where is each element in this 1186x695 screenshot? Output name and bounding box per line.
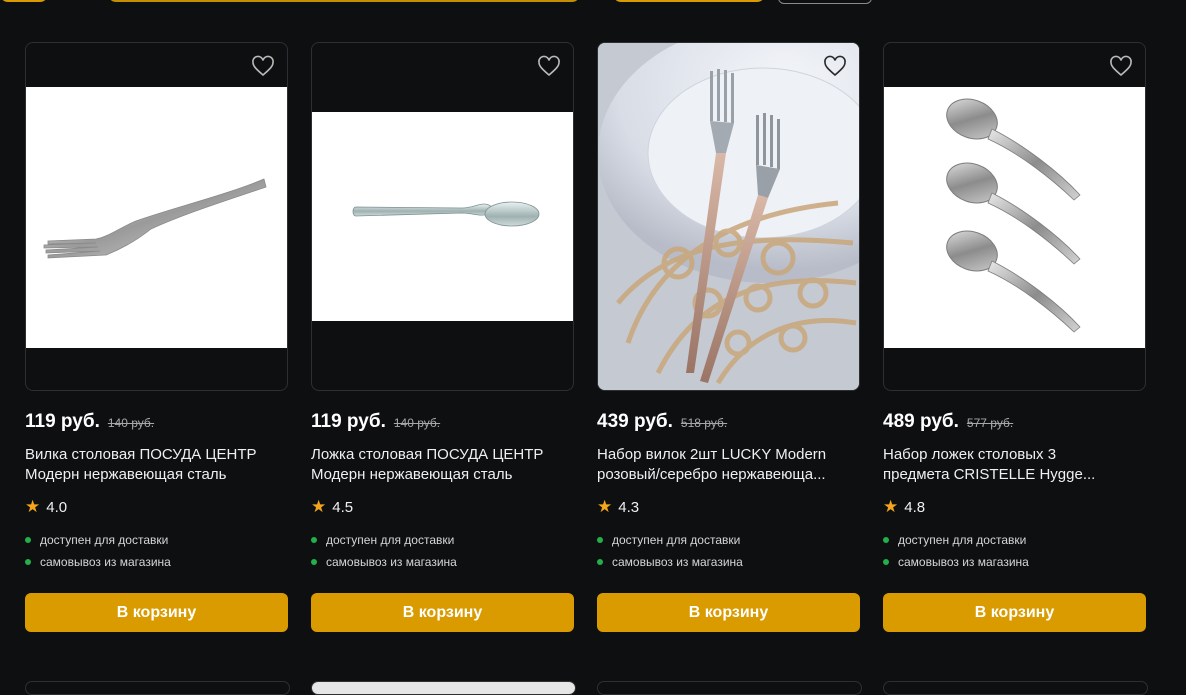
product-image[interactable] (883, 42, 1146, 391)
product-card[interactable] (883, 681, 1148, 695)
status-dot-icon (883, 559, 889, 565)
title-line: Вилка столовая ПОСУДА ЦЕНТР (25, 446, 257, 463)
fork-icon (26, 87, 287, 348)
delivery-label: доступен для доставки (898, 533, 1027, 547)
status-dot-icon (311, 559, 317, 565)
pickup-label: самовывоз из магазина (898, 555, 1029, 569)
star-icon: ★ (25, 497, 41, 516)
star-icon: ★ (597, 497, 613, 516)
favorite-heart-icon[interactable] (537, 55, 561, 79)
product-title[interactable]: Вилка столовая ПОСУДА ЦЕНТР Модерн нержа… (25, 445, 287, 485)
forks-set-photo (598, 43, 859, 390)
price-row: 119 руб. 140 руб. (25, 411, 154, 433)
old-price: 518 руб. (680, 416, 728, 430)
product-image[interactable] (597, 42, 860, 391)
status-dot-icon (25, 559, 31, 565)
rating: ★ 4.0 (25, 497, 67, 517)
spoons-set-icon (884, 87, 1145, 348)
header-search[interactable] (108, 0, 580, 2)
rating-value: 4.8 (904, 498, 926, 516)
product-card[interactable] (597, 681, 862, 695)
status-dot-icon (311, 537, 317, 543)
star-icon: ★ (311, 497, 327, 516)
rating-value: 4.3 (618, 498, 640, 516)
rating: ★ 4.3 (597, 497, 639, 517)
old-price: 140 руб. (393, 416, 441, 430)
title-line: Модерн нержавеющая сталь (25, 466, 227, 483)
delivery-label: доступен для доставки (612, 533, 741, 547)
pickup-label: самовывоз из магазина (612, 555, 743, 569)
old-price: 140 руб. (107, 416, 155, 430)
product-title[interactable]: Набор вилок 2шт LUCKY Modern розовый/сер… (597, 445, 859, 485)
title-line: Набор ложек столовых 3 (883, 446, 1057, 463)
price-row: 439 руб. 518 руб. (597, 411, 727, 433)
price: 119 руб. (311, 411, 386, 432)
product-card[interactable] (25, 681, 290, 695)
rating: ★ 4.8 (883, 497, 925, 517)
title-line: Модерн нержавеющая сталь (311, 466, 513, 483)
price: 119 руб. (25, 411, 100, 432)
product-image[interactable] (311, 42, 574, 391)
pickup-status: самовывоз из магазина (311, 555, 457, 569)
product-title[interactable]: Набор ложек столовых 3 предмета CRISTELL… (883, 445, 1145, 485)
pickup-status: самовывоз из магазина (883, 555, 1029, 569)
title-line: Набор вилок 2шт LUCKY Modern (597, 446, 827, 463)
delivery-status: доступен для доставки (883, 533, 1026, 547)
favorite-heart-icon[interactable] (823, 55, 847, 79)
price: 489 руб. (883, 411, 959, 432)
add-to-cart-button[interactable]: В корзину (597, 593, 860, 632)
delivery-status: доступен для доставки (597, 533, 740, 547)
status-dot-icon (597, 559, 603, 565)
favorite-heart-icon[interactable] (1109, 55, 1133, 79)
title-line: предмета CRISTELLE Hygge... (883, 466, 1096, 483)
delivery-status: доступен для доставки (25, 533, 168, 547)
delivery-label: доступен для доставки (326, 533, 455, 547)
add-to-cart-button[interactable]: В корзину (25, 593, 288, 632)
product-image[interactable] (25, 42, 288, 391)
status-dot-icon (883, 537, 889, 543)
status-dot-icon (597, 537, 603, 543)
title-line: Ложка столовая ПОСУДА ЦЕНТР (311, 446, 544, 463)
old-price: 577 руб. (966, 416, 1014, 430)
status-dot-icon (25, 537, 31, 543)
header-remnant (0, 0, 1186, 14)
rating-value: 4.5 (332, 498, 354, 516)
header-button[interactable] (778, 0, 872, 4)
delivery-status: доступен для доставки (311, 533, 454, 547)
pickup-status: самовывоз из магазина (597, 555, 743, 569)
pickup-label: самовывоз из магазина (326, 555, 457, 569)
add-to-cart-button[interactable]: В корзину (883, 593, 1146, 632)
price-row: 119 руб. 140 руб. (311, 411, 440, 433)
favorite-heart-icon[interactable] (251, 55, 275, 79)
title-line: розовый/серебро нержавеюща... (597, 466, 826, 483)
delivery-label: доступен для доставки (40, 533, 169, 547)
star-icon: ★ (883, 497, 899, 516)
rating-value: 4.0 (46, 498, 68, 516)
price-row: 489 руб. 577 руб. (883, 411, 1013, 433)
rating: ★ 4.5 (311, 497, 353, 517)
pickup-status: самовывоз из магазина (25, 555, 171, 569)
add-to-cart-button[interactable]: В корзину (311, 593, 574, 632)
pickup-label: самовывоз из магазина (40, 555, 171, 569)
price: 439 руб. (597, 411, 673, 432)
spoon-icon (312, 112, 573, 321)
product-title[interactable]: Ложка столовая ПОСУДА ЦЕНТР Модерн нержа… (311, 445, 573, 485)
header-button[interactable] (0, 0, 48, 2)
product-card[interactable] (311, 681, 576, 695)
header-button[interactable] (613, 0, 765, 2)
